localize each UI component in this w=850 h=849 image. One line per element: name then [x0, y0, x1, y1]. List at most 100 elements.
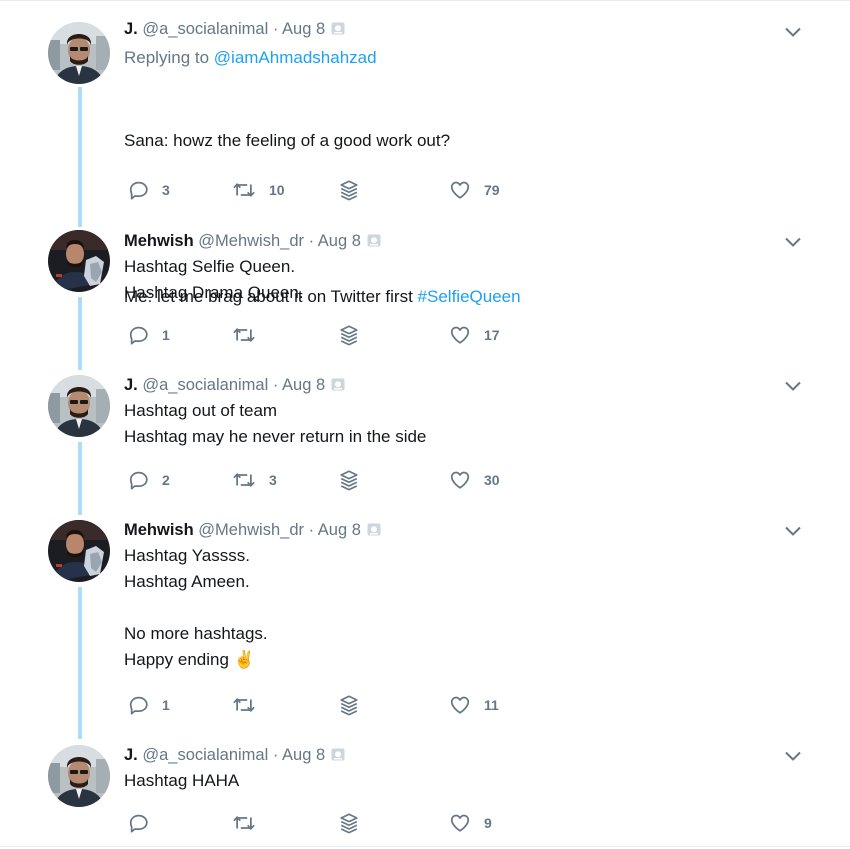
stack-icon: [338, 469, 360, 491]
badge-icon: [367, 234, 381, 247]
timestamp[interactable]: Aug 8: [318, 232, 361, 250]
retweet-button[interactable]: 3: [231, 469, 277, 491]
reply-count: 1: [162, 697, 170, 713]
like-count: 30: [484, 472, 500, 488]
like-count: 17: [484, 327, 500, 343]
tweet-header: J. @a_socialanimal · Aug 8: [124, 19, 790, 39]
retweet-icon: [231, 469, 257, 491]
chevron-down-icon[interactable]: [783, 524, 803, 538]
replying-to-label: Replying to: [124, 48, 214, 67]
reply-count: 2: [162, 472, 170, 488]
avatar[interactable]: [48, 375, 110, 437]
avatar[interactable]: [48, 230, 110, 292]
stack-icon: [338, 694, 360, 716]
user-handle[interactable]: @Mehwish_dr: [198, 521, 304, 539]
tweet-header: J. @a_socialanimal · Aug 8: [124, 745, 790, 765]
separator: ·: [308, 521, 315, 539]
chevron-down-icon[interactable]: [783, 749, 803, 763]
stack-button[interactable]: [338, 469, 360, 491]
stack-icon: [338, 324, 360, 346]
chevron-down-icon[interactable]: [783, 235, 803, 249]
like-count: 9: [484, 815, 492, 831]
reply-count: 3: [162, 182, 170, 198]
retweet-count: 10: [269, 182, 285, 198]
tweet-text-line: Sana: howz the feeling of a good work ou…: [124, 131, 451, 150]
reply-icon: [128, 812, 150, 834]
reply-button[interactable]: [128, 812, 162, 834]
retweet-button[interactable]: [231, 694, 269, 716]
separator: ·: [272, 20, 279, 38]
reply-icon: [128, 324, 150, 346]
thread-line: [78, 297, 82, 370]
tweet-header: J. @a_socialanimal · Aug 8: [124, 375, 790, 395]
tweet-header: Mehwish @Mehwish_dr · Aug 8: [124, 231, 790, 251]
retweet-button[interactable]: [231, 324, 269, 346]
reply-button[interactable]: 3: [128, 179, 170, 201]
retweet-button[interactable]: 10: [231, 179, 285, 201]
like-button[interactable]: 79: [448, 179, 500, 201]
reply-icon: [128, 179, 150, 201]
like-button[interactable]: 11: [448, 694, 499, 716]
badge-icon: [331, 22, 345, 35]
reply-count: 1: [162, 327, 170, 343]
stack-button[interactable]: [338, 812, 360, 834]
user-handle[interactable]: @a_socialanimal: [142, 746, 268, 764]
heart-icon: [448, 324, 472, 346]
badge-icon: [331, 748, 345, 761]
reply-button[interactable]: 1: [128, 324, 170, 346]
timestamp[interactable]: Aug 8: [318, 521, 361, 539]
avatar[interactable]: [48, 520, 110, 582]
tweet-actions: 9: [124, 812, 544, 836]
like-count: 11: [484, 697, 499, 713]
retweet-button[interactable]: [231, 812, 269, 834]
separator: ·: [272, 376, 279, 394]
tweet-text: Sana: howz the feeling of a good work ou…: [124, 76, 790, 362]
reply-icon: [128, 694, 150, 716]
tweet-text: Hashtag out of team Hashtag may he never…: [124, 401, 427, 446]
display-name[interactable]: J.: [124, 376, 138, 394]
timestamp[interactable]: Aug 8: [282, 746, 325, 764]
timestamp[interactable]: Aug 8: [282, 20, 325, 38]
stack-button[interactable]: [338, 324, 360, 346]
user-handle[interactable]: @a_socialanimal: [142, 376, 268, 394]
chevron-down-icon[interactable]: [783, 379, 803, 393]
bottom-border: [0, 846, 850, 847]
top-border: [0, 0, 850, 1]
display-name[interactable]: Mehwish: [124, 521, 194, 539]
stack-icon: [338, 179, 360, 201]
tweet-actions: 3 10 79: [124, 179, 544, 203]
reply-button[interactable]: 1: [128, 694, 170, 716]
tweet-actions: 1 17: [124, 324, 544, 348]
mention-link[interactable]: @iamAhmadshahzad: [214, 48, 377, 67]
stack-icon: [338, 812, 360, 834]
timestamp[interactable]: Aug 8: [282, 376, 325, 394]
like-button[interactable]: 9: [448, 812, 492, 834]
thread-line: [78, 442, 82, 515]
like-button[interactable]: 17: [448, 324, 500, 346]
thread-line: [78, 587, 82, 739]
heart-icon: [448, 179, 472, 201]
chevron-down-icon[interactable]: [783, 25, 803, 39]
separator: ·: [272, 746, 279, 764]
stack-button[interactable]: [338, 694, 360, 716]
display-name[interactable]: J.: [124, 20, 138, 38]
user-handle[interactable]: @Mehwish_dr: [198, 232, 304, 250]
avatar[interactable]: [48, 22, 110, 84]
tweet-actions: 1 11: [124, 694, 544, 718]
tweet-header: Mehwish @Mehwish_dr · Aug 8: [124, 520, 790, 540]
avatar[interactable]: [48, 745, 110, 807]
retweet-icon: [231, 324, 257, 346]
stack-button[interactable]: [338, 179, 360, 201]
display-name[interactable]: Mehwish: [124, 232, 194, 250]
badge-icon: [367, 523, 381, 536]
reply-button[interactable]: 2: [128, 469, 170, 491]
like-button[interactable]: 30: [448, 469, 500, 491]
tweet-text: Hashtag HAHA: [124, 771, 240, 790]
tweet-text: Hashtag Yassss. Hashtag Ameen. No more h…: [124, 546, 268, 669]
tweet-text: Hashtag Selfie Queen. Hashtag Drama Quee…: [124, 257, 304, 302]
display-name[interactable]: J.: [124, 746, 138, 764]
retweet-count: 3: [269, 472, 277, 488]
retweet-icon: [231, 179, 257, 201]
tweet-actions: 2 3 30: [124, 469, 544, 493]
user-handle[interactable]: @a_socialanimal: [142, 20, 268, 38]
